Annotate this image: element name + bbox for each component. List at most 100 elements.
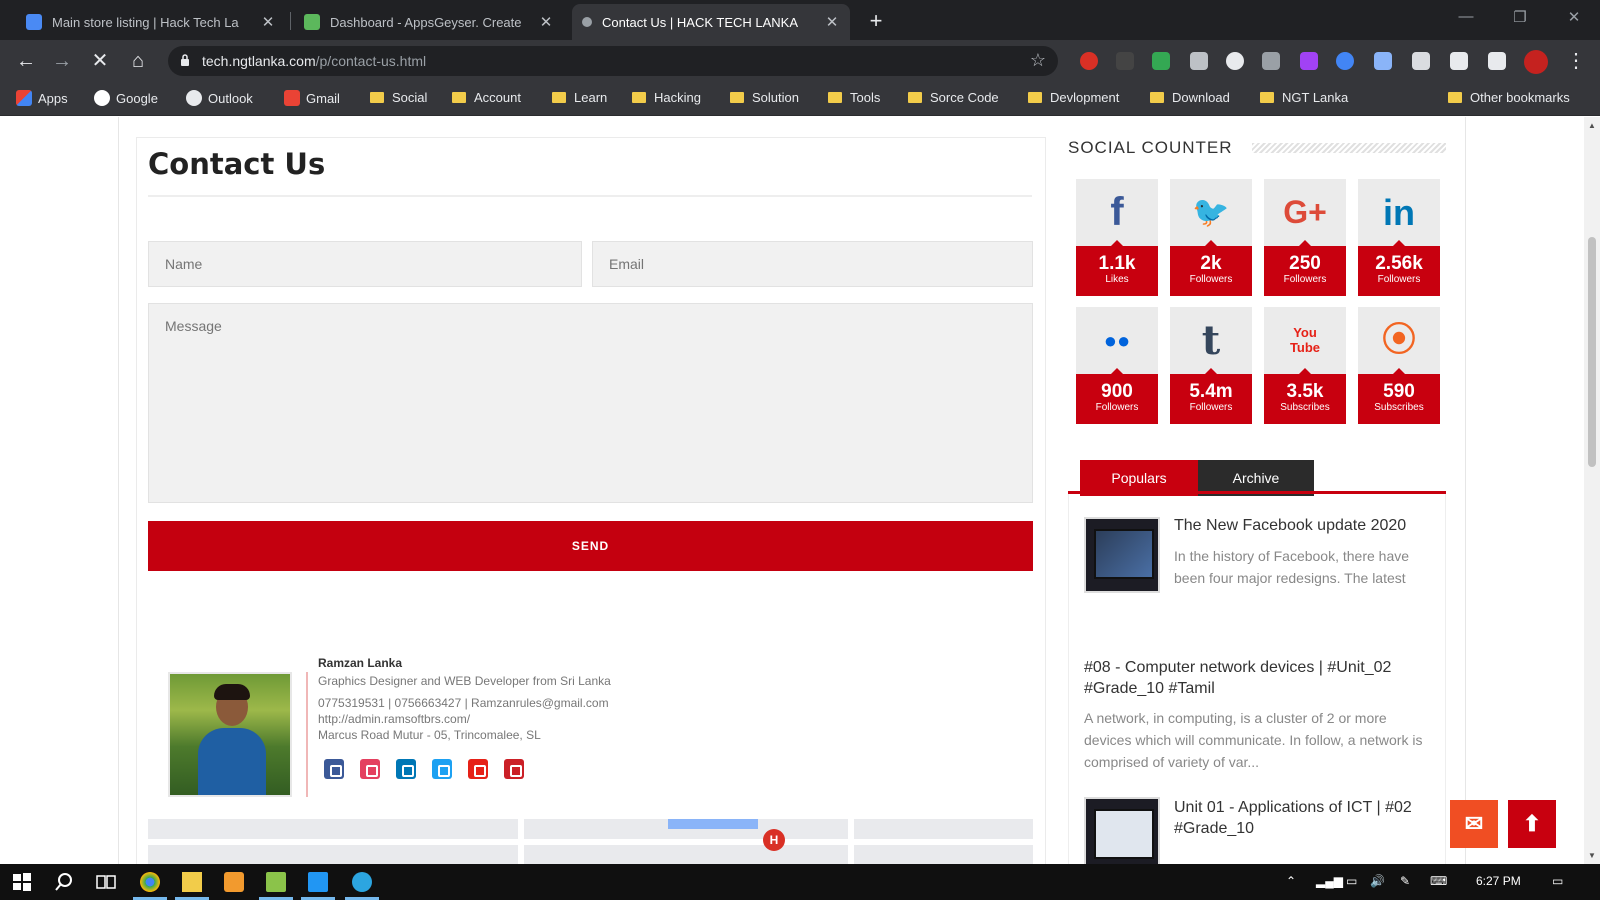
restore-icon[interactable]: ❐ — [1506, 8, 1534, 26]
extension-icon[interactable] — [1226, 52, 1244, 70]
author-instagram-icon[interactable] — [360, 759, 380, 779]
close-tab-icon[interactable]: ✕ — [538, 13, 554, 31]
bookmark-folder-account[interactable]: Account — [452, 90, 521, 105]
extension-icon[interactable] — [1300, 52, 1318, 70]
tab-title: Dashboard - AppsGeyser. Create — [330, 14, 522, 30]
counter-facebook[interactable]: f 1.1k Likes — [1076, 179, 1158, 296]
post-title-link[interactable]: Unit 01 - Applications of ICT | #02 #Gra… — [1174, 797, 1436, 839]
volume-icon[interactable]: 🔊 — [1370, 874, 1385, 888]
extension-icon[interactable] — [1152, 52, 1170, 70]
counter-linkedin[interactable]: in 2.56k Followers — [1358, 179, 1440, 296]
bookmark-folder-sorce-code[interactable]: Sorce Code — [908, 90, 999, 105]
bookmark-folder-solution[interactable]: Solution — [730, 90, 799, 105]
vlc-icon[interactable] — [224, 872, 244, 892]
keyboard-icon[interactable]: ⌨ — [1430, 874, 1447, 888]
tumblr-icon: t — [1201, 317, 1221, 364]
profile-avatar[interactable] — [1524, 50, 1548, 74]
send-button[interactable]: SEND — [148, 521, 1033, 571]
author-facebook-icon[interactable] — [324, 759, 344, 779]
menu-kebab-icon[interactable]: ⋮ — [1564, 49, 1588, 73]
author-linkedin-icon[interactable] — [396, 759, 416, 779]
map-hospital-pin-icon[interactable]: H — [763, 829, 785, 851]
telegram-icon[interactable] — [352, 872, 372, 892]
new-tab-button[interactable]: + — [864, 8, 888, 34]
stop-loading-icon[interactable]: ✕ — [88, 49, 112, 73]
extension-icon[interactable] — [1190, 52, 1208, 70]
bookmark-folder-social[interactable]: Social — [370, 90, 427, 105]
minimize-icon[interactable]: — — [1452, 8, 1480, 25]
bookmark-folder-tools[interactable]: Tools — [828, 90, 880, 105]
author-youtube-icon[interactable] — [468, 759, 488, 779]
post-thumbnail[interactable] — [1084, 517, 1160, 593]
pen-icon[interactable]: ✎ — [1400, 874, 1410, 888]
chrome-icon[interactable] — [140, 872, 160, 892]
bookmark-folder-hacking[interactable]: Hacking — [632, 90, 701, 105]
extension-icon[interactable] — [1080, 52, 1098, 70]
scroll-down-icon[interactable]: ▼ — [1584, 851, 1600, 860]
bookmark-star-icon[interactable]: ☆ — [1030, 50, 1046, 71]
email-field[interactable] — [592, 241, 1033, 287]
browser-tab[interactable]: Dashboard - AppsGeyser. Create ✕ — [294, 4, 564, 40]
author-twitter-icon[interactable] — [432, 759, 452, 779]
post-thumbnail[interactable] — [1084, 797, 1160, 864]
notifications-icon[interactable]: ▭ — [1552, 874, 1563, 888]
bookmark-outlook[interactable]: Outlook — [186, 90, 253, 106]
counter-rss[interactable]: ⦿ 590 Subscribes — [1358, 307, 1440, 424]
page-scrollbar[interactable]: ▲ ▼ — [1584, 117, 1600, 864]
browser-tab-active[interactable]: Contact Us | HACK TECH LANKA ✕ — [572, 4, 850, 40]
extension-icon[interactable] — [1262, 52, 1280, 70]
extension-icon[interactable] — [1374, 52, 1392, 70]
email-float-icon[interactable]: ✉ — [1450, 800, 1498, 848]
bookmark-folder-devlopment[interactable]: Devlopment — [1028, 90, 1119, 105]
bookmark-folder-download[interactable]: Download — [1150, 90, 1230, 105]
counter-tumblr[interactable]: t 5.4m Followers — [1170, 307, 1252, 424]
notepad-icon[interactable] — [266, 872, 286, 892]
forward-arrow-icon[interactable]: → — [50, 49, 74, 73]
home-icon[interactable]: ⌂ — [126, 49, 150, 73]
bookmark-gmail[interactable]: Gmail — [284, 90, 340, 106]
message-field[interactable] — [148, 303, 1033, 503]
bookmark-folder-learn[interactable]: Learn — [552, 90, 607, 105]
folder-icon — [828, 92, 842, 103]
clock-time[interactable]: 6:27 PM — [1476, 874, 1521, 888]
author-website[interactable]: http://admin.ramsoftbrs.com/ — [318, 712, 470, 726]
file-explorer-icon[interactable] — [182, 872, 202, 892]
url-host: tech.ngtlanka.com — [202, 53, 316, 69]
post-title-link[interactable]: #08 - Computer network devices | #Unit_0… — [1084, 657, 1436, 699]
task-view-icon[interactable] — [96, 872, 116, 892]
close-window-icon[interactable]: ✕ — [1560, 8, 1588, 26]
scroll-top-icon[interactable]: ⬆ — [1508, 800, 1556, 848]
browser-tab[interactable]: Main store listing | Hack Tech La ✕ — [16, 4, 286, 40]
counter-flickr[interactable]: ●● 900 Followers — [1076, 307, 1158, 424]
network-icon[interactable]: ▂▄▆ — [1316, 874, 1343, 888]
author-pinterest-icon[interactable] — [504, 759, 524, 779]
scroll-up-icon[interactable]: ▲ — [1584, 121, 1600, 130]
bookmark-google[interactable]: Google — [94, 90, 158, 106]
location-map[interactable]: H — [148, 819, 1033, 864]
extension-icon[interactable] — [1412, 52, 1430, 70]
tray-chevron-icon[interactable]: ⌃ — [1286, 874, 1296, 888]
twitter-icon: 🐦 — [1192, 196, 1230, 229]
post-title-link[interactable]: The New Facebook update 2020 — [1174, 515, 1436, 536]
bookmark-folder-ngt-lanka[interactable]: NGT Lanka — [1260, 90, 1348, 105]
extensions-puzzle-icon[interactable] — [1450, 52, 1468, 70]
media-icon[interactable] — [1488, 52, 1506, 70]
counter-google-plus[interactable]: G+ 250 Followers — [1264, 179, 1346, 296]
name-field[interactable] — [148, 241, 582, 287]
address-bar[interactable]: tech.ngtlanka.com/p/contact-us.html ☆ — [168, 46, 1058, 76]
scrollbar-thumb[interactable] — [1588, 237, 1596, 467]
counter-youtube[interactable]: You Tube 3.5k Subscribes — [1264, 307, 1346, 424]
counter-twitter[interactable]: 🐦 2k Followers — [1170, 179, 1252, 296]
folder-icon — [1150, 92, 1164, 103]
extension-icon[interactable] — [1336, 52, 1354, 70]
back-arrow-icon[interactable]: ← — [14, 49, 38, 73]
close-tab-icon[interactable]: ✕ — [260, 13, 276, 31]
app-icon[interactable] — [308, 872, 328, 892]
bookmark-apps[interactable]: Apps — [16, 90, 68, 106]
close-tab-icon[interactable]: ✕ — [824, 13, 840, 31]
windows-start-icon[interactable] — [12, 872, 32, 892]
battery-icon[interactable]: ▭ — [1346, 874, 1357, 888]
search-icon[interactable] — [54, 872, 74, 892]
extension-icon[interactable] — [1116, 52, 1134, 70]
bookmark-other-bookmarks[interactable]: Other bookmarks — [1448, 90, 1570, 105]
